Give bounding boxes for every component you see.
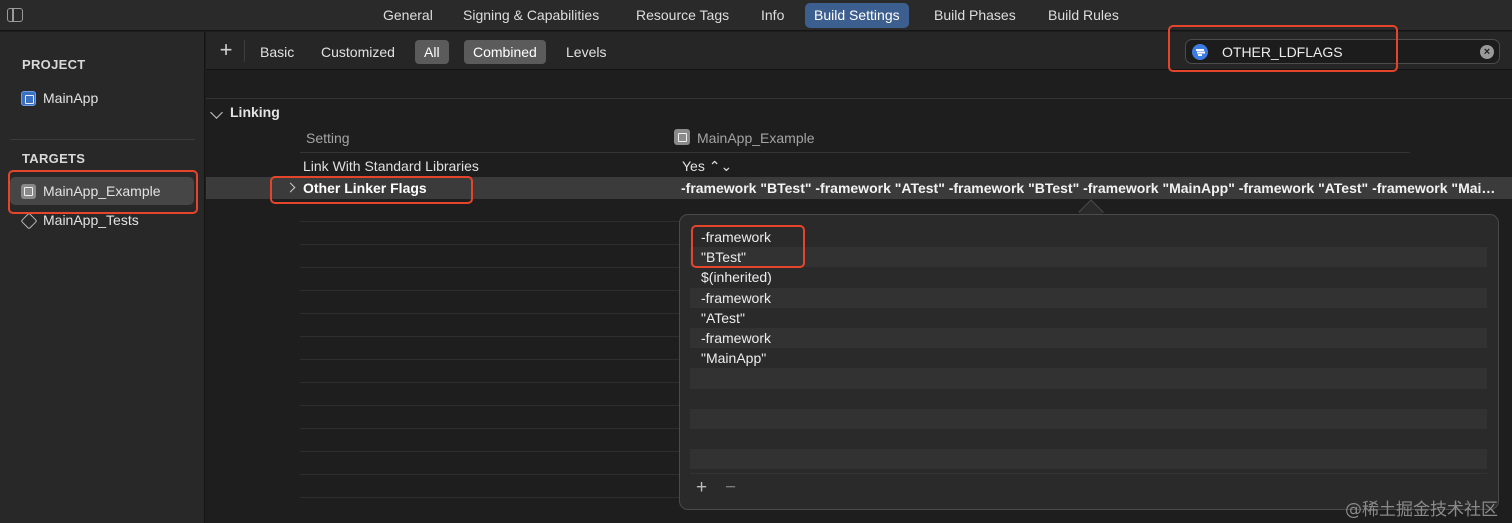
tab-build-settings[interactable]: Build Settings: [805, 3, 909, 28]
empty-row-divider: [300, 428, 680, 429]
sidebar-toggle-icon[interactable]: [7, 8, 23, 22]
highlight-box-target: [8, 170, 198, 214]
list-item[interactable]: "BTest": [690, 247, 1487, 268]
list-item[interactable]: -framework: [690, 287, 1487, 308]
project-navigator-sidebar: PROJECT MainApp TARGETS MainApp_Example …: [0, 32, 205, 523]
sidebar-item-label: MainApp_Tests: [43, 212, 139, 228]
filter-customized[interactable]: Customized: [312, 40, 404, 64]
empty-row-divider: [300, 290, 680, 291]
list-item[interactable]: -framework: [690, 327, 1487, 349]
empty-row-divider: [300, 474, 680, 475]
empty-row-divider: [300, 313, 680, 314]
empty-row-divider: [300, 382, 680, 383]
list-item[interactable]: $(inherited): [690, 267, 1487, 287]
column-header-target: MainApp_Example: [697, 130, 815, 146]
filter-all[interactable]: All: [415, 40, 449, 64]
watermark: @稀土掘金技术社区: [1345, 500, 1498, 520]
empty-list-row[interactable]: [690, 429, 1487, 449]
section-divider: [206, 98, 1512, 99]
list-item[interactable]: "ATest": [690, 308, 1487, 328]
empty-row-divider: [300, 405, 680, 406]
sidebar-item-label: MainApp: [43, 90, 99, 106]
tab-build-phases[interactable]: Build Phases: [925, 3, 1025, 28]
target-app-icon: [674, 129, 690, 145]
sidebar-divider: [10, 139, 195, 140]
list-item[interactable]: -framework: [690, 227, 1487, 247]
header-divider: [300, 152, 1410, 153]
empty-list-row[interactable]: [690, 449, 1487, 470]
empty-row-divider: [300, 359, 680, 360]
setting-name-link-std-libs[interactable]: Link With Standard Libraries: [303, 158, 479, 174]
chevron-down-icon[interactable]: [210, 106, 223, 119]
section-title-linking[interactable]: Linking: [230, 104, 280, 120]
setting-value-other-linker-flags[interactable]: -framework "BTest" -framework "ATest" -f…: [681, 180, 1499, 196]
linker-flags-list: -framework "BTest" $(inherited) -framewo…: [690, 227, 1487, 470]
popover-footer-divider: [690, 473, 1487, 474]
empty-row-divider: [300, 244, 680, 245]
empty-row-divider: [300, 221, 680, 222]
column-header-setting: Setting: [306, 130, 350, 146]
tab-resource-tags[interactable]: Resource Tags: [627, 3, 738, 28]
project-header: PROJECT: [22, 57, 86, 72]
project-app-icon: [21, 91, 36, 106]
filter-basic[interactable]: Basic: [251, 40, 303, 64]
filter-combined[interactable]: Combined: [464, 40, 546, 64]
clear-search-icon[interactable]: ×: [1480, 45, 1494, 59]
sidebar-item-project-mainapp[interactable]: MainApp: [10, 84, 194, 112]
highlight-box-btest-flag: [691, 225, 805, 268]
highlight-box-search: [1168, 25, 1398, 72]
empty-row-divider: [300, 267, 680, 268]
tab-signing-capabilities[interactable]: Signing & Capabilities: [454, 3, 608, 28]
remove-flag-button[interactable]: −: [725, 478, 736, 498]
scope-divider: [244, 40, 245, 62]
add-build-setting-button[interactable]: +: [216, 39, 236, 62]
list-item[interactable]: "MainApp": [690, 348, 1487, 368]
tab-general[interactable]: General: [374, 3, 442, 28]
highlight-box-linker-flags: [270, 176, 473, 204]
empty-row-divider: [300, 451, 680, 452]
tab-info[interactable]: Info: [752, 3, 793, 28]
empty-list-row[interactable]: [690, 389, 1487, 409]
empty-list-row[interactable]: [690, 368, 1487, 389]
filter-levels[interactable]: Levels: [557, 40, 615, 64]
targets-header: TARGETS: [22, 151, 86, 166]
empty-list-row[interactable]: [690, 408, 1487, 429]
add-flag-button[interactable]: +: [696, 478, 707, 498]
test-bundle-icon: [21, 213, 36, 228]
setting-value-link-std-libs[interactable]: Yes ⌃⌄: [682, 158, 732, 175]
tab-build-rules[interactable]: Build Rules: [1039, 3, 1128, 28]
empty-row-divider: [300, 497, 680, 498]
empty-row-divider: [300, 336, 680, 337]
